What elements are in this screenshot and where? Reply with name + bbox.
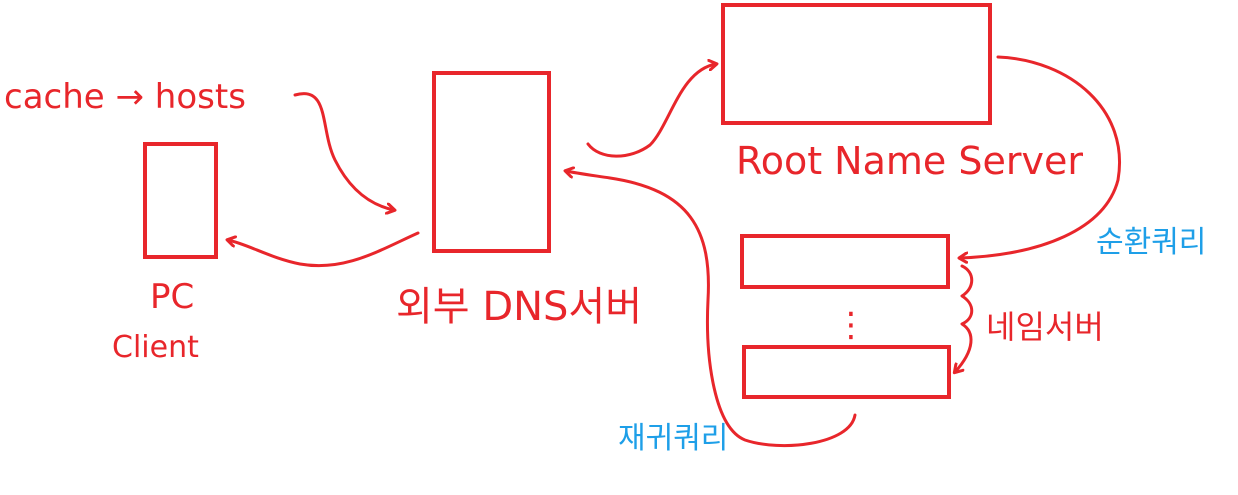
client-label: Client	[112, 330, 199, 365]
ellipsis-label: ⋮	[834, 305, 868, 345]
recursive-query-label: 재귀쿼리	[618, 421, 728, 456]
dns-to-root-arrow	[586, 64, 716, 158]
local-dns-server-label: 외부 DNS서버	[396, 284, 642, 330]
pc-label: PC	[150, 277, 194, 317]
dns-diagram-canvas: cache → hosts PC Client 외부 DNS서버 Root Na…	[4, 3, 1206, 456]
pc-client-box	[143, 142, 218, 259]
root-name-server-box	[721, 3, 992, 125]
name-servers-label: 네임서버	[986, 308, 1104, 346]
local-dns-server-box	[432, 71, 551, 253]
name-server-box-top	[740, 234, 950, 289]
root-name-server-label: Root Name Server	[736, 139, 1083, 183]
name-server-box-bottom	[742, 345, 951, 399]
nameserver-chain-arrow	[955, 264, 974, 372]
cache-to-dns-arrow	[293, 92, 394, 210]
cache-hosts-label: cache → hosts	[4, 77, 246, 117]
iterative-query-label: 순환쿼리	[1096, 225, 1206, 260]
dns-to-pc-arrow	[228, 231, 420, 268]
